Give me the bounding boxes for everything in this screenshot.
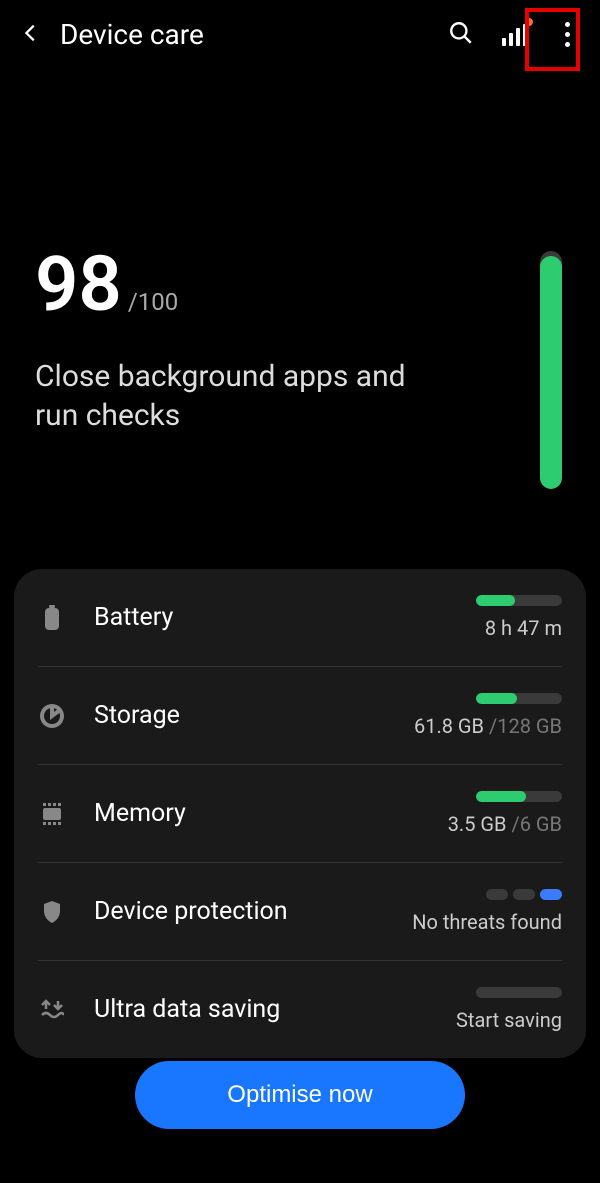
protection-indicator xyxy=(402,889,562,900)
app-header: Device care xyxy=(0,0,600,69)
storage-row[interactable]: Storage 61.8 GB /128 GB xyxy=(38,667,562,765)
protection-status: No threats found xyxy=(402,910,562,934)
device-protection-row[interactable]: Device protection No threats found xyxy=(38,863,562,961)
battery-bar xyxy=(476,595,562,606)
score-bar xyxy=(540,251,562,489)
header-actions xyxy=(448,18,580,51)
shield-icon xyxy=(38,900,66,924)
score-value: 98 xyxy=(35,239,122,329)
ultradata-status: Start saving xyxy=(402,1008,562,1032)
storage-value: 61.8 GB /128 GB xyxy=(402,714,562,738)
storage-icon xyxy=(38,704,66,728)
protection-label: Device protection xyxy=(94,897,374,926)
memory-bar xyxy=(476,791,562,802)
score-message: Close background apps and run checks xyxy=(35,357,435,435)
ultradata-label: Ultra data saving xyxy=(94,995,374,1024)
battery-value: 8 h 47 m xyxy=(402,616,562,640)
score-bar-fill xyxy=(540,256,562,489)
battery-label: Battery xyxy=(94,603,374,632)
memory-row[interactable]: Memory 3.5 GB /6 GB xyxy=(38,765,562,863)
ultradata-bar xyxy=(476,987,562,998)
memory-value: 3.5 GB /6 GB xyxy=(402,812,562,836)
device-score-section: 98/100 Close background apps and run che… xyxy=(0,69,600,489)
battery-icon xyxy=(38,605,66,631)
memory-icon xyxy=(38,803,66,825)
storage-label: Storage xyxy=(94,701,374,730)
page-title: Device care xyxy=(60,18,430,51)
battery-row[interactable]: Battery 8 h 47 m xyxy=(38,569,562,667)
data-saving-icon xyxy=(38,999,66,1021)
notification-dot xyxy=(525,18,533,26)
search-icon[interactable] xyxy=(448,20,474,50)
signal-icon[interactable] xyxy=(502,24,527,46)
ultra-data-saving-row[interactable]: Ultra data saving Start saving xyxy=(38,961,562,1058)
storage-bar xyxy=(476,693,562,704)
score-max: /100 xyxy=(128,288,178,316)
optimise-now-button[interactable]: Optimise now xyxy=(135,1061,465,1129)
more-options-icon[interactable] xyxy=(555,18,580,51)
memory-label: Memory xyxy=(94,799,374,828)
back-icon[interactable] xyxy=(20,20,42,50)
status-card: Battery 8 h 47 m Storage 61.8 GB /128 GB… xyxy=(14,569,586,1058)
